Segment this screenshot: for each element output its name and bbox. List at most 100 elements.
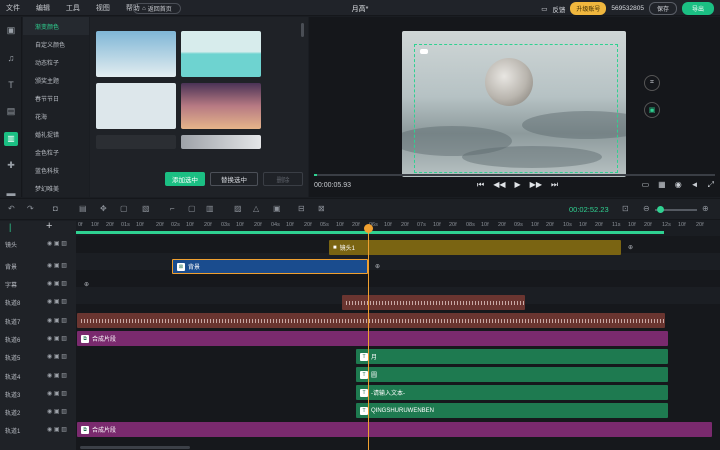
text-clip-5[interactable]: T 月 [356, 349, 668, 364]
skip-end-icon[interactable]: ⏭ [551, 180, 558, 190]
trash-icon[interactable]: ▥ [61, 281, 67, 287]
trash-icon[interactable]: ▥ [61, 409, 67, 415]
image-icon[interactable]: ▨ [234, 204, 242, 213]
text-clip-2[interactable]: T QINGSHURUWENBEN [356, 403, 668, 418]
copy-icon[interactable]: ▢ [188, 204, 196, 213]
trash-icon[interactable]: ▥ [61, 391, 67, 397]
sidebar-media-icon[interactable]: ▣ [0, 17, 22, 44]
highlight-icon[interactable]: △ [253, 204, 259, 213]
playhead[interactable] [368, 225, 369, 450]
lock-icon[interactable]: ▣ [54, 241, 60, 247]
lock-icon[interactable]: ▣ [54, 336, 60, 342]
magnet-icon[interactable]: | [9, 222, 11, 232]
zoom-slider[interactable] [655, 206, 697, 213]
step-forward-icon[interactable]: ▶▶ [530, 180, 542, 190]
composite-clip-6[interactable]: ⧉ 合成片段 [77, 331, 668, 346]
add-track-icon[interactable]: + [46, 220, 52, 232]
eye-icon[interactable]: ◉ [47, 427, 52, 433]
background-clip[interactable]: ⊠ 背景 [172, 259, 368, 274]
trash-icon[interactable]: ▥ [61, 336, 67, 342]
selection-frame[interactable] [414, 44, 618, 173]
gradient-thumbnail[interactable] [96, 135, 176, 149]
text-handle[interactable] [420, 49, 428, 54]
add-subtitle-button[interactable]: ⊕ [82, 277, 94, 292]
play-icon[interactable]: ▶ [515, 180, 521, 190]
sidebar-text-icon[interactable]: T [0, 71, 22, 98]
category-item[interactable]: 春节节日 [23, 89, 89, 107]
sidebar-effects-icon[interactable]: ✚ [0, 152, 22, 179]
trash-icon[interactable]: ▥ [61, 427, 67, 433]
audio-clip-8[interactable] [342, 295, 525, 310]
step-back-icon[interactable]: ◀◀ [493, 180, 505, 190]
feedback-link[interactable]: 反馈 [552, 4, 565, 14]
sidebar-transition-icon[interactable]: ▤ [0, 98, 22, 125]
fullscreen-icon[interactable]: ⤢ [708, 180, 714, 190]
thumbnail-scrollbar[interactable] [301, 23, 304, 37]
split-audio-icon[interactable]: ⊠ [318, 204, 325, 213]
home-button[interactable]: ⌂ 返回首页 [133, 3, 181, 14]
gradient-thumbnail[interactable] [181, 83, 261, 129]
eye-icon[interactable]: ◉ [47, 354, 52, 360]
delete-button[interactable]: 删除 [263, 172, 303, 186]
monitor-icon[interactable]: ▭ [541, 5, 547, 13]
export-frame-icon[interactable]: ▣ [273, 204, 281, 213]
trash-icon[interactable]: ▥ [61, 241, 67, 247]
composite-clip-1[interactable]: ⧉ 合成片段 [77, 422, 712, 437]
lock-icon[interactable]: ▣ [54, 354, 60, 360]
trash-icon[interactable]: ▥ [61, 299, 67, 305]
timeline-ruler[interactable]: 0f 10f 20f 01s 10f 20f 02s 10f 20f 03s 1… [76, 221, 720, 235]
lock-icon[interactable]: ▣ [54, 263, 60, 269]
trash-icon[interactable]: ▥ [61, 318, 67, 324]
sidebar-music-icon[interactable]: ♫ [0, 44, 22, 71]
eye-icon[interactable]: ◉ [47, 281, 52, 287]
sidebar-background-icon[interactable]: ▥ [0, 125, 22, 152]
gradient-thumbnail[interactable] [96, 31, 176, 77]
save-button[interactable]: 保存 [648, 2, 677, 15]
upgrade-button[interactable]: 升级账号 [570, 2, 607, 15]
gradient-thumbnail[interactable] [181, 31, 261, 77]
layers-icon[interactable]: ▧ [142, 204, 150, 213]
category-item[interactable]: 动态粒子 [23, 53, 89, 71]
fit-screen-icon[interactable]: ⌗ [644, 75, 660, 91]
lock-icon[interactable]: ▣ [54, 318, 60, 324]
eye-icon[interactable]: ◉ [47, 263, 52, 269]
redo-icon[interactable]: ↷ [27, 204, 34, 213]
menu-edit[interactable]: 编辑 [36, 5, 50, 12]
grid-icon[interactable]: ▦ [658, 180, 666, 190]
lock-icon[interactable]: ▣ [54, 373, 60, 379]
category-item[interactable]: 花海 [23, 107, 89, 125]
crop-frame-icon[interactable]: ▢ [120, 204, 128, 213]
zoom-slider-knob[interactable] [657, 206, 664, 213]
trash-icon[interactable]: ▥ [61, 263, 67, 269]
eye-icon[interactable]: ◉ [47, 409, 52, 415]
menu-file[interactable]: 文件 [6, 5, 20, 12]
text-clip-4[interactable]: T 圆 [356, 367, 668, 382]
zoom-minus-icon[interactable]: ⊖ [643, 204, 650, 213]
trash-icon[interactable]: ▥ [61, 373, 67, 379]
camera-icon[interactable]: ◉ [675, 180, 682, 190]
menu-view[interactable]: 视图 [96, 5, 110, 12]
category-item[interactable]: 金色粒子 [23, 143, 89, 161]
menu-tools[interactable]: 工具 [66, 5, 80, 12]
lock-icon[interactable]: ▣ [54, 391, 60, 397]
category-item[interactable]: 渐变颜色 [23, 17, 89, 35]
record-icon[interactable]: ◘ [53, 204, 58, 213]
skip-start-icon[interactable]: ⏮ [477, 180, 484, 190]
volume-icon[interactable]: ◄ [691, 180, 699, 190]
trash-icon[interactable]: ▥ [206, 204, 214, 213]
fit-timeline-icon[interactable]: ⊡ [622, 204, 629, 213]
position-icon[interactable]: ✥ [100, 204, 107, 213]
gradient-thumbnail[interactable] [181, 135, 261, 149]
eye-icon[interactable]: ◉ [47, 299, 52, 305]
split-icon[interactable]: ⊟ [298, 204, 305, 213]
eye-icon[interactable]: ◉ [47, 373, 52, 379]
crop-icon[interactable]: ⌐ [170, 204, 175, 213]
text-clip-3[interactable]: T -请输入文本- [356, 385, 668, 400]
category-item[interactable]: 颁奖主题 [23, 71, 89, 89]
audio-clip-7[interactable] [77, 313, 665, 328]
screen-icon[interactable]: ▭ [642, 180, 650, 190]
lock-icon[interactable]: ▣ [54, 409, 60, 415]
account-label[interactable]: 569532805 [611, 5, 644, 12]
preview-progress[interactable] [314, 174, 715, 176]
lock-icon[interactable]: ▣ [644, 102, 660, 118]
